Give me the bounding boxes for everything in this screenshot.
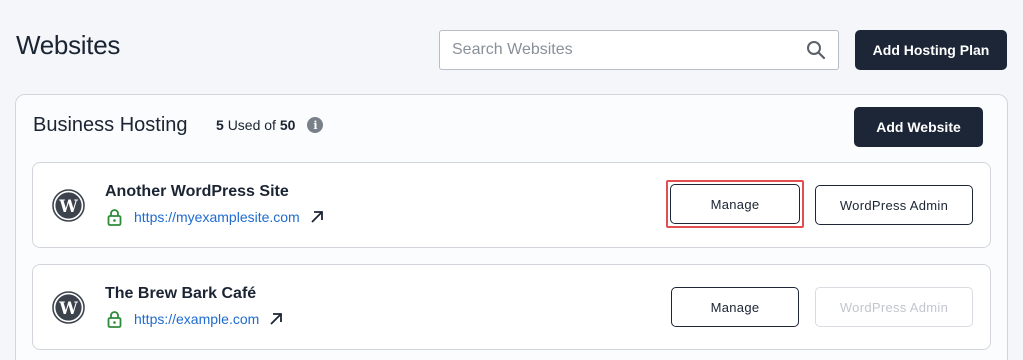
site-url-row: https://example.com (107, 310, 283, 328)
lock-icon (107, 311, 122, 328)
add-website-button[interactable]: Add Website (854, 107, 983, 147)
external-link-icon[interactable] (310, 210, 324, 224)
site-url-row: https://myexamplesite.com (107, 208, 324, 226)
site-name: The Brew Bark Café (105, 285, 257, 302)
site-card: W The Brew Bark Café https://example.com… (32, 264, 991, 350)
search-box[interactable] (439, 30, 839, 70)
wordpress-admin-button-disabled: WordPress Admin (815, 287, 973, 327)
manage-button[interactable]: Manage (671, 287, 799, 327)
wordpress-icon: W (52, 189, 85, 222)
wordpress-admin-button[interactable]: WordPress Admin (815, 185, 973, 225)
site-url-link[interactable]: https://myexamplesite.com (134, 209, 300, 225)
page-title: Websites (16, 30, 121, 60)
external-link-icon[interactable] (269, 312, 283, 326)
search-icon[interactable] (806, 40, 826, 60)
svg-text:W: W (58, 299, 78, 318)
site-card: W Another WordPress Site https://myexamp… (32, 162, 991, 248)
wordpress-icon: W (52, 291, 85, 324)
usage-text: Used of (227, 117, 276, 133)
usage-total-count: 50 (279, 117, 296, 133)
site-name: Another WordPress Site (105, 183, 289, 200)
search-input[interactable] (452, 41, 806, 59)
plan-usage: 5 Used of 50 i (216, 117, 324, 133)
manage-button[interactable]: Manage (670, 184, 800, 224)
lock-icon (107, 209, 122, 226)
site-url-link[interactable]: https://example.com (134, 311, 259, 327)
usage-used-count: 5 (216, 117, 224, 133)
add-hosting-plan-button[interactable]: Add Hosting Plan (855, 30, 1007, 70)
plan-name: Business Hosting (33, 114, 188, 136)
info-icon[interactable]: i (307, 117, 324, 133)
svg-text:W: W (58, 197, 78, 216)
hosting-plan-panel: Business Hosting 5 Used of 50 i Add Webs… (15, 94, 1008, 360)
